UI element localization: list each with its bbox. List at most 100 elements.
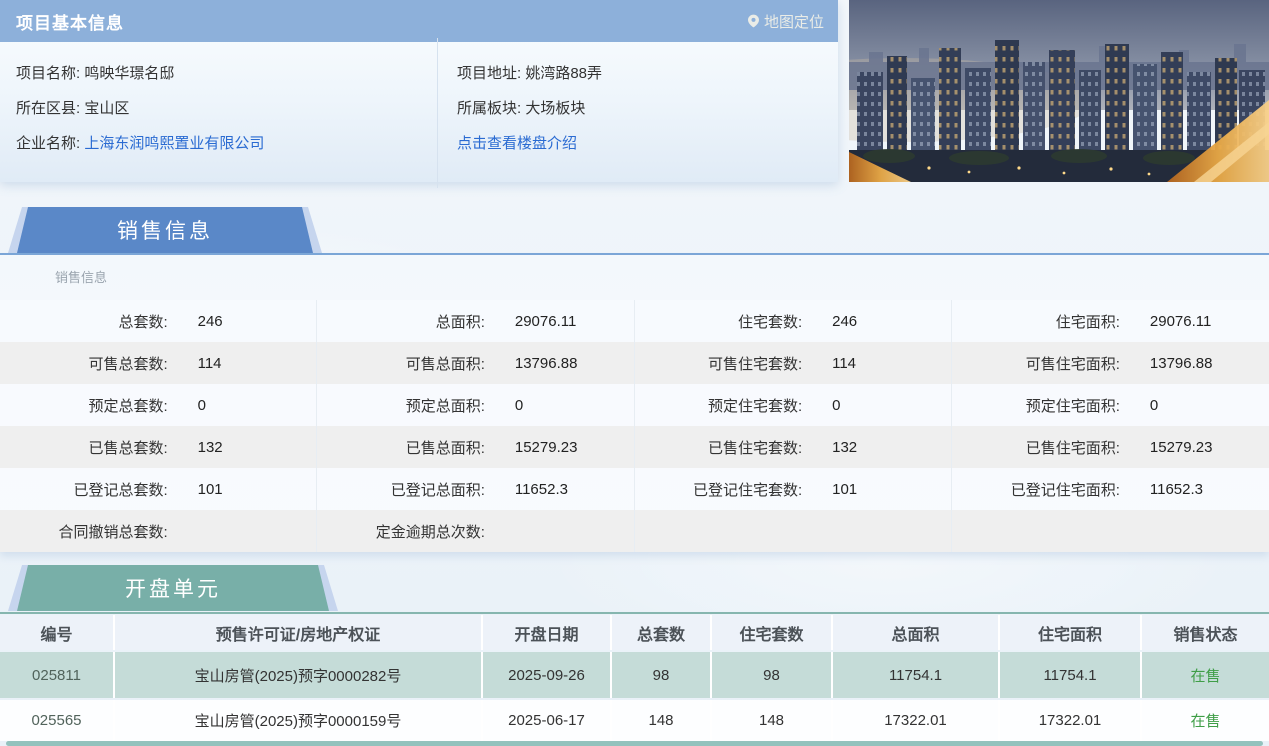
unit-cell: 98 [612, 652, 712, 698]
info-link[interactable]: 点击查看楼盘介绍 [457, 135, 577, 152]
panel-title: 项目基本信息 [16, 13, 124, 33]
sales-stat-label: 住宅面积: [1055, 313, 1120, 331]
sales-stat-label: 合同撤销总套数: [58, 523, 168, 541]
city-night-photo [849, 0, 1269, 182]
info-field: 企业名称: 上海东润鸣熙置业有限公司 [16, 126, 437, 161]
sales-stat-label: 已售总套数: [88, 439, 168, 457]
info-field: 项目名称: 鸣映华璟名邸 [16, 56, 437, 91]
sales-stat-value: 0 [197, 396, 206, 414]
opening-units-table: 编号 预售许可证/房地产权证 开盘日期 总套数 住宅套数 总面积 住宅面积 销售状态 02581… [0, 615, 1269, 741]
sales-stat-value: 0 [832, 396, 841, 414]
sales-stat-cell: 住宅面积: 29076.11 [952, 300, 1269, 342]
opening-units-tab-header: 开盘单元 [8, 565, 338, 611]
sales-stat-label: 预定总面积: [405, 397, 485, 415]
sales-stat-value: 11652.3 [514, 480, 568, 498]
sales-stat-cell: 已登记总套数: 101 [0, 468, 318, 510]
project-info-panel: 项目基本信息 地图定位 项目名称: 鸣映华璟名邸 所在区县: 宝山区 企业名称: 上… [0, 0, 838, 188]
sales-stat-label: 可售总套数: [88, 355, 168, 373]
sales-stat-value: 29076.11 [514, 312, 577, 330]
sales-stat-value: 114 [197, 354, 222, 372]
info-value: 鸣映华璟名邸 [84, 65, 175, 82]
sales-stat-cell: 已售住宅面积: 15279.23 [952, 426, 1269, 468]
unit-row: 025811 宝山房管(2025)预字0000282号 2025-09-26 98 98… [0, 652, 1269, 698]
sales-stat-label: 已登记住宅套数: [692, 481, 803, 499]
sales-stat-value: 15279.23 [1149, 438, 1213, 456]
sales-stat-cell: 已登记住宅面积: 11652.3 [952, 468, 1269, 510]
sales-stat-value: 13796.88 [514, 354, 578, 372]
sales-stat-value: 246 [832, 312, 858, 330]
sales-stat-label: 总面积: [435, 313, 485, 331]
units-column-header: 销售状态 [1173, 626, 1238, 644]
sales-stat-value: 15279.23 [514, 438, 578, 456]
sales-stat-value: 13796.88 [1149, 354, 1213, 372]
sales-stat-cell: 合同撤销总套数: [0, 510, 318, 552]
sales-info-tab-header: 销售信息 [8, 207, 322, 253]
project-info-header: 项目基本信息 地图定位 [0, 0, 838, 42]
units-column-header: 编号 [0, 615, 115, 650]
unit-cell: 11754.1 [833, 652, 1000, 698]
unit-cell: 17322.01 [1000, 700, 1142, 741]
sales-stat-cell: 总套数: 246 [0, 300, 318, 342]
map-pin-icon [747, 14, 759, 28]
units-section-divider [0, 612, 1269, 614]
sales-stat-label: 预定住宅套数: [707, 397, 803, 415]
sales-stat-label: 预定住宅面积: [1025, 397, 1120, 415]
sales-stat-label: 可售住宅面积: [1025, 355, 1120, 373]
project-info-body: 项目名称: 鸣映华璟名邸 所在区县: 宝山区 企业名称: 上海东润鸣熙置业有限公司 … [0, 38, 838, 188]
unit-row: 025565 宝山房管(2025)预字0000159号 2025-06-17 148 1… [0, 700, 1269, 741]
unit-code-cell: 025811 [0, 652, 115, 698]
project-info-left-column: 项目名称: 鸣映华璟名邸 所在区县: 宝山区 企业名称: 上海东润鸣熙置业有限公司 [0, 56, 437, 182]
info-field: 点击查看楼盘介绍 [457, 126, 602, 161]
sales-stat-cell: 总面积: 29076.11 [317, 300, 635, 342]
unit-cell: 宝山房管(2025)预字0000159号 [115, 700, 483, 741]
sales-stat-cell: 预定住宅面积: 0 [952, 384, 1269, 426]
sales-stat-value: 101 [832, 480, 858, 498]
project-info-right-column: 项目地址: 姚湾路88弄所属板块: 大场板块点击查看楼盘介绍 [437, 56, 602, 182]
units-tab-label: 开盘单元 [17, 565, 329, 611]
sales-stat-value: 132 [197, 438, 223, 456]
sales-stat-cell: 可售住宅面积: 13796.88 [952, 342, 1269, 384]
info-value: 宝山区 [84, 100, 130, 117]
sales-stat-value: 0 [1149, 396, 1159, 414]
sales-stat-label: 已登记总面积: [390, 481, 485, 499]
unit-cell: 宝山房管(2025)预字0000282号 [115, 652, 483, 698]
unit-status-cell: 在售 [1190, 667, 1221, 685]
sales-stat-label: 已登记住宅面积: [1010, 481, 1120, 499]
unit-cell: 2025-06-17 [483, 700, 612, 741]
unit-cell: 11754.1 [1000, 652, 1142, 698]
info-link[interactable]: 上海东润鸣熙置业有限公司 [84, 135, 264, 152]
sales-stat-cell: 已登记总面积: 11652.3 [317, 468, 635, 510]
sales-stat-label: 已售住宅面积: [1025, 439, 1120, 457]
sales-stat-label: 总套数: [118, 313, 168, 331]
sales-stat-cell: 可售住宅套数: 114 [635, 342, 952, 384]
info-value: 大场板块 [525, 100, 586, 117]
sales-stat-row: 已售总套数: 132 已售总面积: 15279.23 已售住宅套数: 132 已售住宅面积:… [0, 426, 1269, 468]
sales-info-section: 销售信息 总套数: 246 总面积: 29076.11 住宅套数: 246 住宅面积: 290… [0, 255, 1269, 552]
map-locate-label: 地图定位 [763, 13, 824, 31]
sales-stat-cell: 住宅套数: 246 [635, 300, 952, 342]
section-bottom-bar [6, 741, 1263, 746]
sales-stat-row: 合同撤销总套数: 定金逾期总次数: [0, 510, 1269, 552]
project-photo [849, 0, 1269, 182]
sales-stat-row: 总套数: 246 总面积: 29076.11 住宅套数: 246 住宅面积: 29076.11 [0, 300, 1269, 342]
map-locate-link[interactable]: 地图定位 [747, 11, 824, 32]
sales-stat-label: 已售总面积: [405, 439, 485, 457]
units-column-header: 总套数 [612, 615, 712, 650]
sales-stat-cell [635, 510, 952, 552]
sales-stat-value: 101 [197, 480, 223, 498]
info-field: 项目地址: 姚湾路88弄 [457, 56, 602, 91]
sales-stat-cell: 已登记住宅套数: 101 [635, 468, 952, 510]
sales-stat-cell: 可售总面积: 13796.88 [317, 342, 635, 384]
sales-stat-cell: 已售总面积: 15279.23 [317, 426, 635, 468]
sales-stat-label: 可售总面积: [405, 355, 485, 373]
info-label: 企业名称: [16, 135, 85, 152]
sales-stat-label: 住宅套数: [737, 313, 803, 331]
sales-stat-value: 11652.3 [1149, 480, 1203, 498]
unit-code-cell: 025565 [0, 700, 115, 741]
info-label: 所属板块: [457, 100, 526, 117]
sales-stat-cell: 预定总套数: 0 [0, 384, 318, 426]
units-column-header: 开盘日期 [483, 615, 612, 650]
sales-stat-cell: 可售总套数: 114 [0, 342, 318, 384]
units-column-header: 预售许可证/房地产权证 [115, 615, 483, 650]
unit-cell: 2025-09-26 [483, 652, 612, 698]
